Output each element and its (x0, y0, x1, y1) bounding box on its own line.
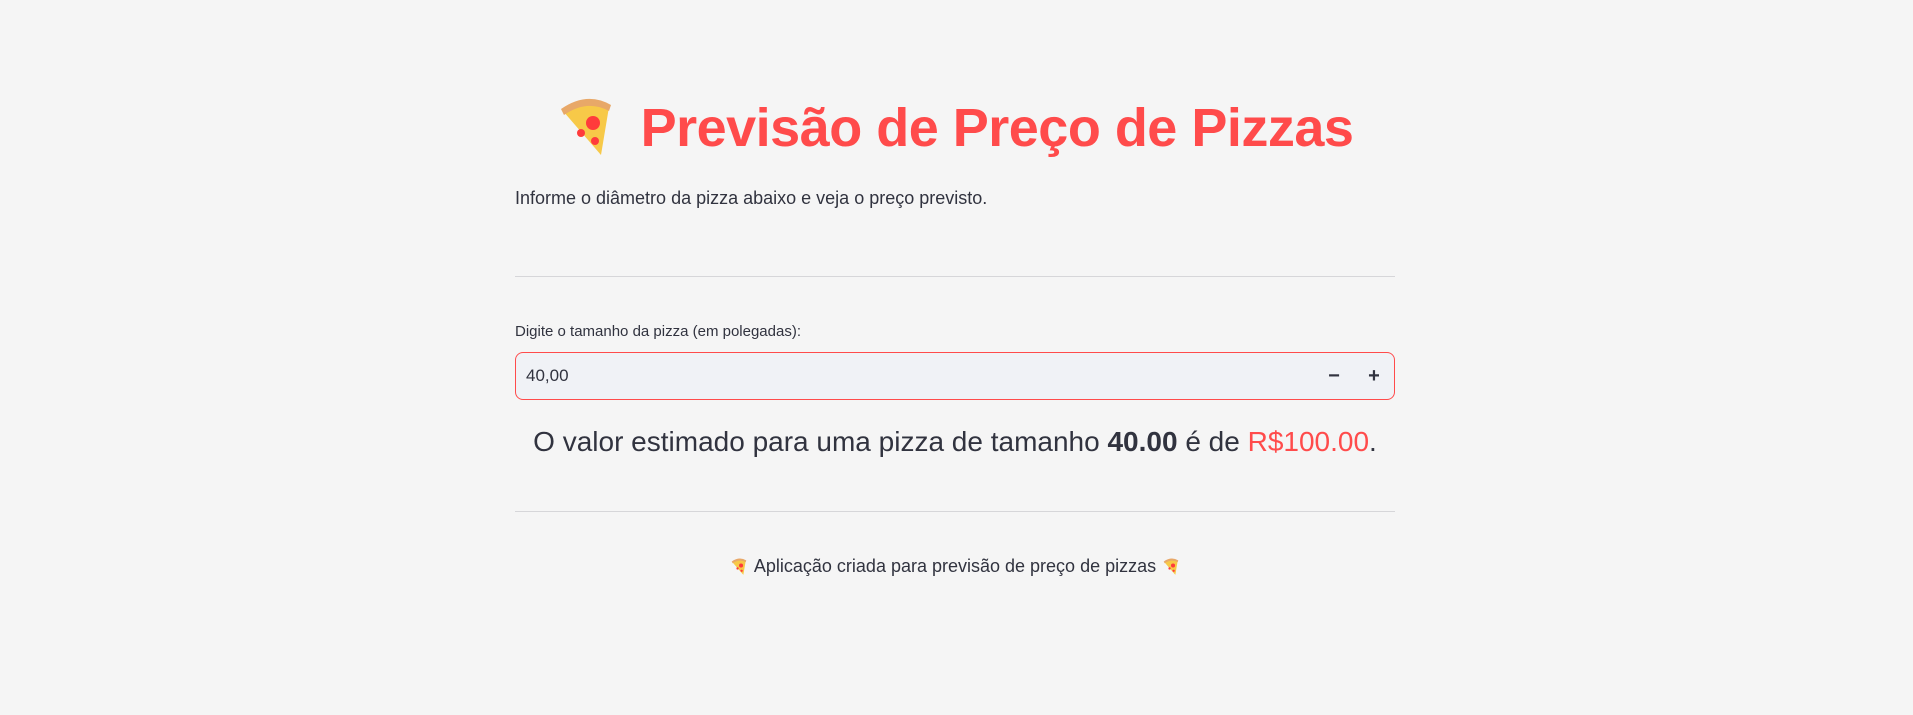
page-title: Previsão de Preço de Pizzas (640, 98, 1354, 158)
footer-text: Aplicação criada para previsão de preço … (753, 556, 1157, 576)
decrement-button[interactable]: − (1314, 353, 1354, 399)
prediction-result: O valor estimado para uma pizza de taman… (515, 426, 1395, 458)
footer: Aplicação criada para previsão de preço … (515, 556, 1395, 577)
pizza-icon (730, 558, 748, 576)
increment-button[interactable]: + (1354, 353, 1394, 399)
size-input[interactable] (516, 352, 1314, 400)
result-suffix: . (1369, 426, 1377, 457)
page-subtitle: Informe o diâmetro da pizza abaixo e vej… (515, 188, 988, 208)
page-header: Previsão de Preço de Pizzas (515, 88, 1395, 168)
pizza-icon (557, 97, 615, 159)
result-size: 40.00 (1107, 426, 1178, 457)
result-price: R$100.00 (1247, 426, 1370, 457)
result-prefix: O valor estimado para uma pizza de taman… (533, 426, 1100, 457)
result-middle: é de (1185, 426, 1240, 457)
pizza-icon (1162, 558, 1180, 576)
size-number-input: − + (515, 352, 1395, 400)
divider (515, 511, 1395, 512)
divider (515, 276, 1395, 277)
size-input-label: Digite o tamanho da pizza (em polegadas)… (515, 323, 801, 340)
